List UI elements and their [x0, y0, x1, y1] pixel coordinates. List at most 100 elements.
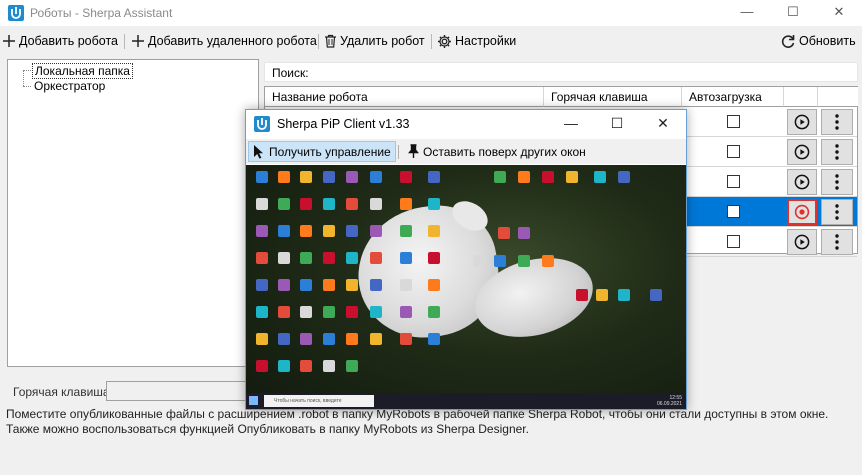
autostart-checkbox[interactable] — [727, 145, 740, 158]
remote-desktop-view[interactable]: Чтобы начать поиск, введите 12:55 06.09.… — [246, 165, 686, 409]
column-header-hotkey[interactable]: Горячая клавиша — [544, 87, 682, 107]
column-header-run — [784, 87, 818, 107]
more-vertical-icon — [835, 174, 839, 190]
tree-line — [23, 86, 31, 87]
toolbar-separator — [318, 34, 319, 49]
tree-item-local-folder[interactable]: Локальная папка — [32, 63, 133, 79]
desktop-shortcut-icon — [346, 198, 358, 210]
pin-icon — [408, 144, 419, 158]
desktop-shortcut-icon — [346, 225, 358, 237]
desktop-shortcut-icon — [323, 225, 335, 237]
robot-menu-button[interactable] — [821, 139, 853, 165]
tree-item-orchestrator[interactable]: Оркестратор — [32, 79, 107, 93]
desktop-shortcut-icon — [566, 171, 578, 183]
desktop-shortcut-icon — [278, 252, 290, 264]
autostart-checkbox[interactable] — [727, 115, 740, 128]
desktop-shortcut-icon — [300, 306, 312, 318]
desktop-shortcut-icon — [518, 227, 530, 239]
desktop-shortcut-icon — [256, 360, 268, 372]
stop-robot-button[interactable] — [787, 199, 817, 225]
play-icon — [794, 114, 810, 130]
run-robot-button[interactable] — [787, 169, 817, 195]
desktop-shortcut-icon — [370, 333, 382, 345]
trash-icon — [325, 34, 336, 48]
sherpa-app-icon — [254, 116, 270, 132]
tree-line — [23, 71, 24, 86]
desktop-shortcut-icon — [494, 255, 506, 267]
desktop-shortcut-icon — [370, 171, 382, 183]
robot-menu-button[interactable] — [821, 229, 853, 255]
desktop-shortcut-icon — [278, 279, 290, 291]
autostart-checkbox[interactable] — [727, 235, 740, 248]
pip-close-button[interactable]: ✕ — [640, 110, 686, 138]
run-robot-button[interactable] — [787, 139, 817, 165]
gear-icon — [438, 34, 451, 48]
desktop-shortcut-icon — [400, 279, 412, 291]
desktop-shortcut-icon — [300, 252, 312, 264]
desktop-shortcut-icon — [370, 306, 382, 318]
desktop-shortcut-icon — [650, 289, 662, 301]
settings-button[interactable]: Настройки — [437, 32, 516, 50]
refresh-label: Обновить — [799, 34, 856, 48]
pip-minimize-button[interactable]: — — [548, 110, 594, 138]
desktop-shortcut-icon — [518, 171, 530, 183]
title-bar: Роботы - Sherpa Assistant — ☐ ✕ — [0, 0, 862, 26]
desktop-shortcut-icon — [618, 289, 630, 301]
desktop-shortcut-icon — [256, 198, 268, 210]
maximize-button[interactable]: ☐ — [770, 0, 816, 26]
run-robot-button[interactable] — [787, 229, 817, 255]
window-title: Роботы - Sherpa Assistant — [30, 6, 173, 20]
column-header-name[interactable]: Название робота — [265, 87, 544, 107]
delete-robot-button[interactable]: Удалить робот — [324, 32, 425, 50]
pip-maximize-button[interactable]: ☐ — [594, 110, 640, 138]
search-input[interactable] — [313, 63, 853, 81]
desktop-shortcut-icon — [370, 198, 382, 210]
search-bar: Поиск: — [264, 62, 858, 82]
stay-on-top-label: Оставить поверх других окон — [423, 144, 586, 159]
windows-start-icon — [249, 396, 258, 405]
desktop-shortcut-icon — [323, 279, 335, 291]
desktop-shortcut-icon — [474, 255, 486, 267]
folder-tree: Локальная папка Оркестратор — [7, 59, 259, 367]
desktop-shortcut-icon — [428, 333, 440, 345]
remote-tray-clock: 12:55 06.09.2021 — [657, 395, 682, 407]
desktop-shortcut-icon — [256, 306, 268, 318]
desktop-shortcut-icon — [400, 252, 412, 264]
column-header-autostart[interactable]: Автозагрузка — [682, 87, 784, 107]
desktop-shortcut-icon — [428, 225, 440, 237]
stop-record-icon — [794, 204, 810, 220]
desktop-shortcut-icon — [346, 333, 358, 345]
robot-menu-button[interactable] — [821, 109, 853, 135]
desktop-shortcut-icon — [300, 279, 312, 291]
robot-menu-button[interactable] — [821, 169, 853, 195]
hotkey-field[interactable] — [106, 381, 250, 401]
desktop-shortcut-icon — [346, 171, 358, 183]
desktop-shortcut-icon — [256, 225, 268, 237]
remote-tray-date: 06.09.2021 — [656, 401, 682, 407]
robot-menu-button[interactable] — [821, 199, 853, 225]
add-robot-button[interactable]: Добавить робота — [2, 32, 118, 50]
more-vertical-icon — [835, 114, 839, 130]
more-vertical-icon — [835, 204, 839, 220]
pip-title-bar: Sherpa PiP Client v1.33 — ☐ ✕ — [246, 110, 686, 138]
run-robot-button[interactable] — [787, 109, 817, 135]
minimize-button[interactable]: — — [724, 0, 770, 26]
add-remote-robot-button[interactable]: Добавить удаленного робота — [131, 32, 317, 50]
autostart-checkbox[interactable] — [727, 205, 740, 218]
close-button[interactable]: ✕ — [816, 0, 862, 26]
take-control-button[interactable]: Получить управление — [248, 141, 396, 162]
more-vertical-icon — [835, 234, 839, 250]
search-label: Поиск: — [272, 66, 309, 80]
toolbar-separator — [431, 34, 432, 49]
refresh-button[interactable]: Обновить — [780, 32, 856, 50]
desktop-shortcut-icon — [370, 225, 382, 237]
stay-on-top-button[interactable]: Оставить поверх других окон — [404, 141, 590, 162]
desktop-shortcut-icon — [300, 225, 312, 237]
column-header-menu — [818, 87, 858, 107]
desktop-shortcut-icon — [323, 333, 335, 345]
plus-icon — [132, 35, 144, 47]
desktop-shortcut-icon — [594, 171, 606, 183]
autostart-checkbox[interactable] — [727, 175, 740, 188]
desktop-shortcut-icon — [323, 306, 335, 318]
desktop-shortcut-icon — [494, 171, 506, 183]
